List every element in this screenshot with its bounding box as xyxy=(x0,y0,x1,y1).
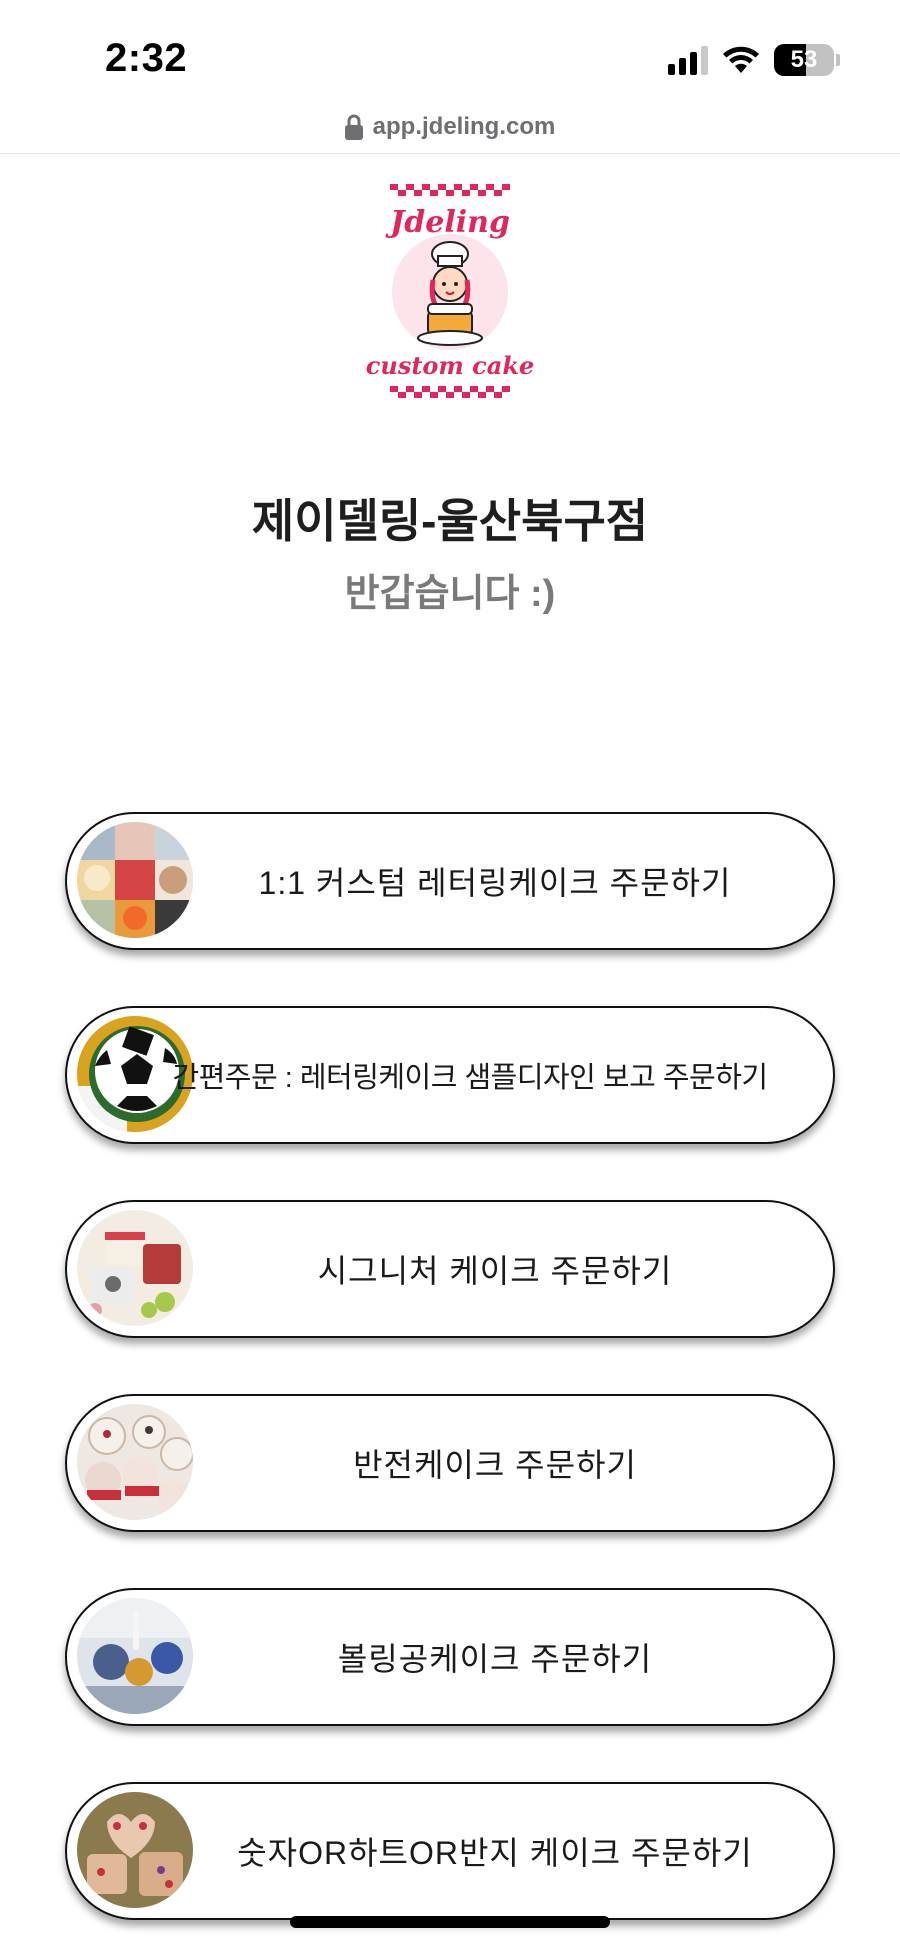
menu-label: 반전케이크 주문하기 xyxy=(353,1447,637,1483)
url-text[interactable]: app.jdeling.com xyxy=(373,113,556,141)
menu-label: 시그니처 케이크 주문하기 xyxy=(317,1253,673,1289)
menu-label: 볼링공케이크 주문하기 xyxy=(337,1641,653,1677)
address-bar[interactable]: app.jdeling.com xyxy=(0,100,900,154)
reversal-cake-thumbnail xyxy=(77,1404,193,1520)
store-title: 제이델링-울산북구점 xyxy=(251,495,649,547)
wifi-icon xyxy=(723,46,759,73)
logo-brand-bottom: custom cake xyxy=(366,351,534,380)
cellular-signal-icon xyxy=(668,45,708,75)
menu-button-reversal-cake[interactable]: 반전케이크 주문하기 xyxy=(65,1394,835,1532)
menu-button-signature-cake[interactable]: 시그니처 케이크 주문하기 xyxy=(65,1200,835,1338)
number-heart-ring-cake-thumbnail xyxy=(77,1792,193,1908)
status-icons: 53 xyxy=(668,40,840,80)
menu-button-number-heart-ring-cake[interactable]: 숫자OR하트OR반지 케이크 주문하기 xyxy=(65,1782,835,1920)
menu-label: 숫자OR하트OR반지 케이크 주문하기 xyxy=(237,1835,753,1871)
menu-button-quick-order[interactable]: 간편주문 : 레터링케이크 샘플디자인 보고 주문하기 xyxy=(65,1006,835,1144)
battery-icon: 53 xyxy=(774,44,834,76)
status-bar: 2:32 53 xyxy=(0,0,900,100)
battery-percent: 53 xyxy=(790,46,818,73)
lock-icon xyxy=(344,114,363,140)
greeting-text: 반갑습니다 :) xyxy=(344,573,556,615)
menu-label: 1:1 커스텀 레터링케이크 주문하기 xyxy=(258,865,732,901)
home-indicator[interactable] xyxy=(290,1916,610,1928)
menu-label: 간편주문 : 레터링케이크 샘플디자인 보고 주문하기 xyxy=(172,1062,768,1094)
battery-tip xyxy=(836,54,840,66)
clock-time: 2:32 xyxy=(105,36,188,80)
signature-cake-thumbnail xyxy=(77,1210,193,1326)
bowling-ball-cake-thumbnail xyxy=(77,1598,193,1714)
menu-button-bowling-ball-cake[interactable]: 볼링공케이크 주문하기 xyxy=(65,1588,835,1726)
menu-button-custom-lettering[interactable]: 1:1 커스텀 레터링케이크 주문하기 xyxy=(65,812,835,950)
custom-lettering-cake-thumbnail xyxy=(77,822,193,938)
jdeling-logo: Jdeling custom cake xyxy=(366,184,534,398)
